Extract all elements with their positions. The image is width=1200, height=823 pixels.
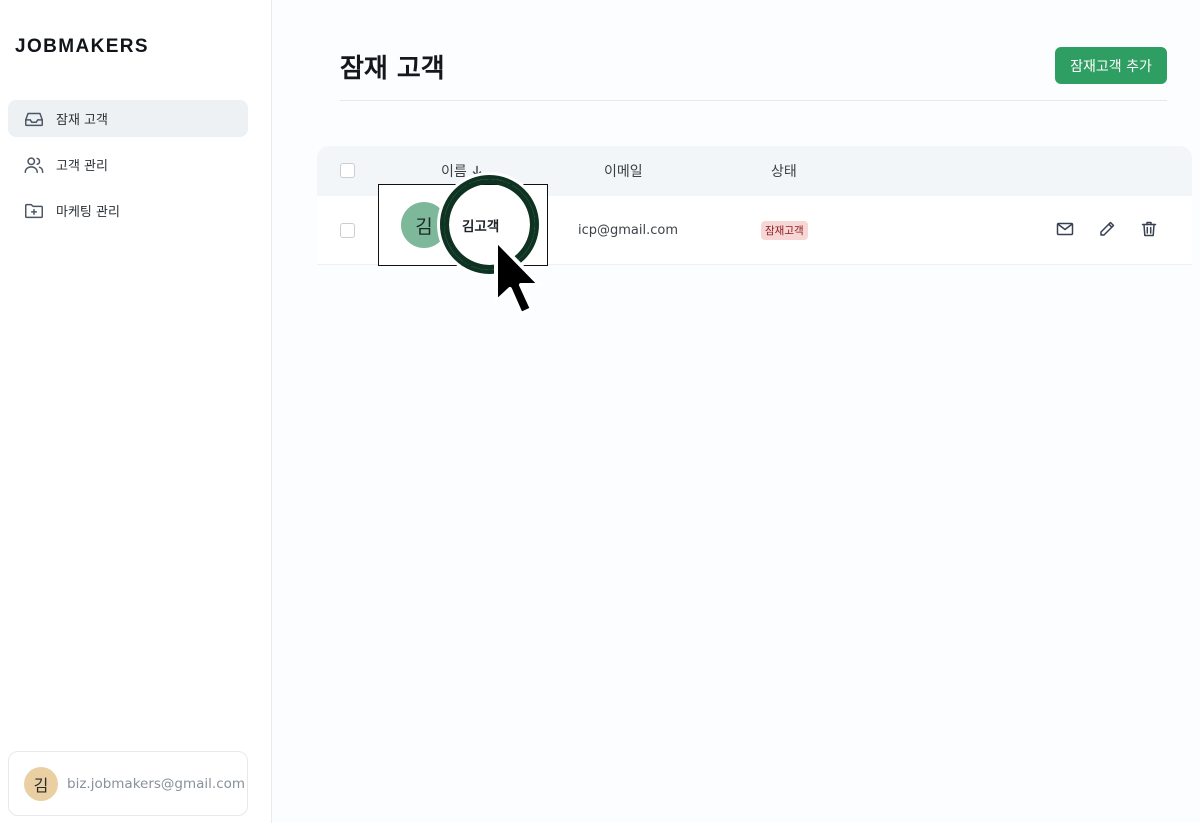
row-name[interactable]: 김고객 [462, 215, 499, 235]
users-icon [22, 153, 46, 177]
app-window: JOBMAKERS 잠재 고객 고객 관리 마케팅 관리 김 biz.jobma… [0, 0, 1200, 823]
account-card[interactable]: 김 biz.jobmakers@gmail.com [8, 751, 248, 816]
sidebar-item-label: 고객 관리 [56, 159, 108, 174]
account-avatar: 김 [24, 766, 58, 801]
sidebar-item-marketing[interactable]: 마케팅 관리 [8, 192, 248, 229]
trash-icon[interactable] [1139, 219, 1159, 239]
sidebar-nav: 잠재 고객 고객 관리 마케팅 관리 [8, 100, 248, 238]
table-row[interactable]: 김 김고객 icp@gmail.com 잠재고객 [317, 184, 1192, 266]
sidebar-item-customers[interactable]: 고객 관리 [8, 146, 248, 183]
sidebar-item-prospects[interactable]: 잠재 고객 [8, 100, 248, 137]
row-email: icp@gmail.com [578, 223, 679, 238]
row-checkbox[interactable] [340, 223, 355, 238]
edit-pencil-icon[interactable] [1097, 219, 1117, 239]
brand-logo[interactable]: JOBMAKERS [15, 36, 149, 58]
main-content: 잠재 고객 잠재고객 추가 이름 이메일 상태 김 김고객 icp@gmail.… [272, 0, 1200, 823]
folder-plus-icon [22, 199, 46, 223]
sidebar-item-label: 잠재 고객 [56, 113, 108, 128]
column-header-status[interactable]: 상태 [771, 161, 797, 181]
inbox-icon [22, 107, 46, 131]
sidebar-item-label: 마케팅 관리 [56, 205, 120, 220]
column-header-email[interactable]: 이메일 [604, 161, 643, 181]
select-all-checkbox[interactable] [340, 163, 355, 178]
title-divider [340, 100, 1167, 101]
row-actions [1055, 219, 1159, 239]
mail-icon[interactable] [1055, 219, 1075, 239]
account-email: biz.jobmakers@gmail.com [67, 775, 246, 792]
row-avatar: 김 [401, 202, 447, 248]
add-prospect-button[interactable]: 잠재고객 추가 [1055, 47, 1167, 84]
prospects-table: 이름 이메일 상태 김 김고객 icp@gmail.com 잠재고객 [317, 146, 1192, 266]
page-title: 잠재 고객 [340, 54, 445, 84]
arrow-down-icon [471, 165, 483, 177]
column-header-name[interactable]: 이름 [441, 161, 483, 181]
sidebar: JOBMAKERS 잠재 고객 고객 관리 마케팅 관리 김 biz.jobma… [0, 0, 272, 823]
status-badge: 잠재고객 [761, 221, 808, 240]
